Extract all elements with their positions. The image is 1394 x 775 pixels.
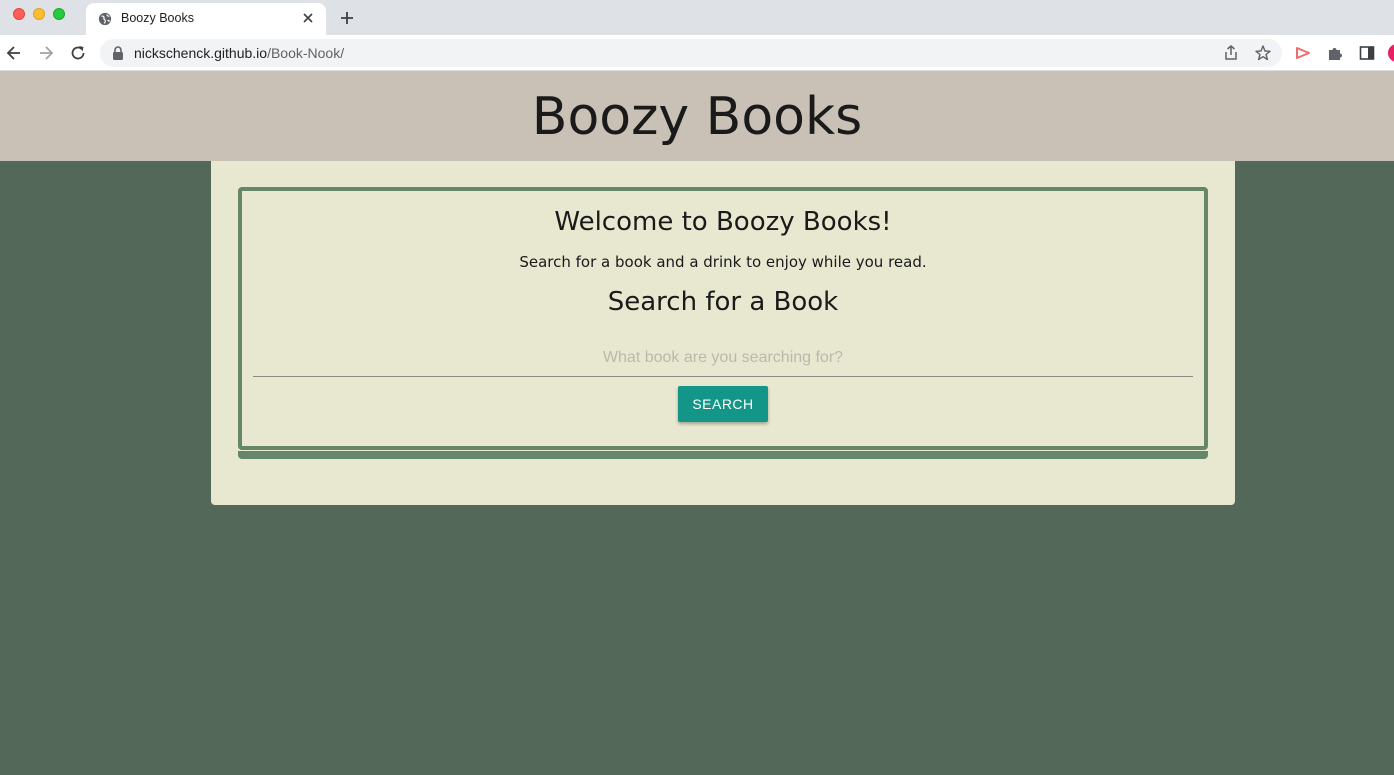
url-host: nickschenck.github.io (134, 45, 268, 61)
panel-bottom-bar (238, 451, 1208, 459)
main-card: Welcome to Boozy Books! Search for a boo… (211, 161, 1235, 505)
profile-avatar[interactable] (1388, 44, 1394, 62)
page-content: Boozy Books Welcome to Boozy Books! Sear… (0, 71, 1394, 775)
tab-title: Boozy Books (121, 11, 194, 25)
lock-icon (113, 46, 123, 60)
browser-tab-bar: Boozy Books (0, 0, 1394, 35)
close-window-button[interactable] (13, 8, 25, 20)
globe-icon (98, 12, 112, 26)
welcome-subtitle: Search for a book and a drink to enjoy w… (519, 253, 927, 271)
url-text: nickschenck.github.io/Book-Nook/ (134, 45, 344, 61)
book-search-input[interactable] (253, 339, 1193, 377)
minimize-window-button[interactable] (33, 8, 45, 20)
site-title: Boozy Books (531, 87, 863, 147)
search-panel: Welcome to Boozy Books! Search for a boo… (238, 187, 1208, 450)
new-tab-icon[interactable] (338, 9, 356, 27)
search-button[interactable]: SEARCH (678, 386, 768, 422)
back-icon[interactable] (5, 44, 23, 62)
maximize-window-button[interactable] (53, 8, 65, 20)
extension-cast-icon[interactable] (1294, 44, 1312, 62)
site-header: Boozy Books (0, 71, 1394, 161)
address-bar[interactable]: nickschenck.github.io/Book-Nook/ (100, 39, 1282, 67)
url-path: /Book-Nook/ (267, 45, 345, 61)
extensions-puzzle-icon[interactable] (1326, 44, 1344, 62)
bookmark-star-icon[interactable] (1254, 44, 1272, 62)
side-panel-icon[interactable] (1358, 44, 1376, 62)
close-tab-icon[interactable] (300, 10, 316, 26)
forward-icon[interactable] (37, 44, 55, 62)
reload-icon[interactable] (69, 44, 87, 62)
browser-tab[interactable]: Boozy Books (86, 3, 326, 35)
search-heading: Search for a Book (607, 287, 839, 317)
browser-toolbar: nickschenck.github.io/Book-Nook/ (0, 35, 1394, 71)
share-icon[interactable] (1222, 44, 1240, 62)
welcome-heading: Welcome to Boozy Books! (554, 207, 892, 237)
